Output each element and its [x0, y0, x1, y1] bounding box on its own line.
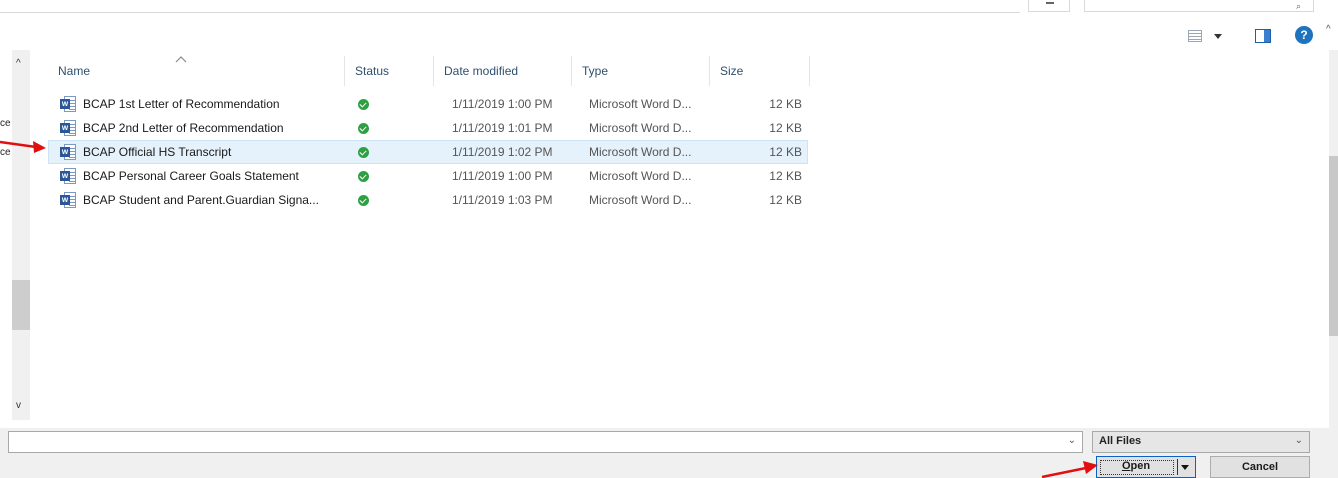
- refresh-button[interactable]: [1028, 0, 1070, 12]
- file-size: 12 KB: [769, 193, 802, 207]
- column-header-type[interactable]: Type: [572, 56, 710, 86]
- synced-check-icon: [358, 171, 369, 182]
- nav-item-fragment[interactable]: ce: [0, 118, 11, 129]
- word-document-icon: w: [60, 120, 76, 136]
- scroll-up-icon[interactable]: ^: [16, 58, 21, 69]
- synced-check-icon: [358, 123, 369, 134]
- preview-pane-icon[interactable]: [1255, 29, 1271, 43]
- file-type: Microsoft Word D...: [589, 145, 692, 159]
- address-bar-strip: ⌕: [0, 0, 1338, 14]
- file-date-modified: 1/11/2019 1:01 PM: [452, 121, 553, 135]
- file-type-select[interactable]: All Files ⌄: [1092, 431, 1310, 453]
- file-name-field[interactable]: ⌄: [8, 431, 1083, 453]
- chevron-down-icon[interactable]: ⌄: [1068, 435, 1076, 446]
- column-header-row: Name Status Date modified Type Size: [48, 56, 818, 86]
- file-date-modified: 1/11/2019 1:02 PM: [452, 145, 553, 159]
- word-document-icon: w: [60, 96, 76, 112]
- column-header-size[interactable]: Size: [710, 56, 810, 86]
- address-bar[interactable]: [0, 12, 1020, 13]
- file-name[interactable]: BCAP 1st Letter of Recommendation: [83, 92, 280, 116]
- file-name[interactable]: BCAP 2nd Letter of Recommendation: [83, 116, 284, 140]
- file-size: 12 KB: [769, 97, 802, 111]
- open-button[interactable]: Open: [1096, 456, 1196, 478]
- word-document-icon: w: [60, 168, 76, 184]
- change-view-button[interactable]: [1188, 30, 1228, 44]
- file-size: 12 KB: [769, 121, 802, 135]
- view-options-icon: [1188, 30, 1202, 42]
- file-row[interactable]: w BCAP Official HS Transcript 1/11/2019 …: [48, 140, 808, 164]
- scroll-down-icon[interactable]: v: [16, 400, 21, 411]
- file-row[interactable]: w BCAP 2nd Letter of Recommendation 1/11…: [48, 116, 808, 140]
- file-size: 12 KB: [769, 145, 802, 159]
- file-type-value: All Files: [1099, 435, 1142, 447]
- file-size: 12 KB: [769, 169, 802, 183]
- file-name[interactable]: BCAP Personal Career Goals Statement: [83, 164, 299, 188]
- right-scrollbar[interactable]: [1329, 50, 1338, 445]
- chevron-up-icon[interactable]: ^: [1326, 24, 1331, 35]
- open-accelerator: O: [1121, 460, 1131, 472]
- help-icon[interactable]: [1295, 26, 1313, 44]
- nav-pane-scrollbar[interactable]: ^ v: [12, 50, 30, 420]
- nav-scrollbar-thumb[interactable]: [12, 280, 30, 330]
- chevron-down-icon: ⌄: [1294, 435, 1303, 446]
- file-type: Microsoft Word D...: [589, 97, 692, 111]
- search-icon: ⌕: [1295, 1, 1301, 11]
- file-row[interactable]: w BCAP Personal Career Goals Statement 1…: [48, 164, 808, 188]
- scrollbar-thumb[interactable]: [1329, 156, 1338, 336]
- column-header-name[interactable]: Name: [48, 56, 345, 86]
- open-label-rest: pen: [1130, 460, 1151, 472]
- open-button-label: Open: [1097, 460, 1175, 472]
- file-date-modified: 1/11/2019 1:00 PM: [452, 97, 553, 111]
- file-date-modified: 1/11/2019 1:00 PM: [452, 169, 553, 183]
- chevron-down-icon: [1214, 34, 1222, 39]
- column-header-status[interactable]: Status: [345, 56, 434, 86]
- file-list: w BCAP 1st Letter of Recommendation 1/11…: [48, 92, 818, 212]
- annotation-arrow: [1041, 461, 1098, 478]
- annotation-arrow: [0, 140, 46, 153]
- word-document-icon: w: [60, 192, 76, 208]
- file-type: Microsoft Word D...: [589, 193, 692, 207]
- file-row[interactable]: w BCAP Student and Parent.Guardian Signa…: [48, 188, 808, 212]
- word-document-icon: w: [60, 144, 76, 160]
- synced-check-icon: [358, 99, 369, 110]
- file-type: Microsoft Word D...: [589, 121, 692, 135]
- refresh-icon: [1046, 2, 1054, 4]
- file-name[interactable]: BCAP Official HS Transcript: [83, 140, 231, 164]
- open-split-dropdown[interactable]: [1177, 459, 1191, 475]
- file-date-modified: 1/11/2019 1:03 PM: [452, 193, 553, 207]
- synced-check-icon: [358, 147, 369, 158]
- file-name[interactable]: BCAP Student and Parent.Guardian Signa..…: [83, 188, 319, 212]
- column-header-date-modified[interactable]: Date modified: [434, 56, 572, 86]
- search-box[interactable]: ⌕: [1084, 0, 1314, 12]
- file-name-input[interactable]: [9, 432, 1059, 452]
- cancel-button[interactable]: Cancel: [1210, 456, 1310, 478]
- file-row[interactable]: w BCAP 1st Letter of Recommendation 1/11…: [48, 92, 808, 116]
- file-type: Microsoft Word D...: [589, 169, 692, 183]
- synced-check-icon: [358, 195, 369, 206]
- sort-ascending-icon: [175, 56, 187, 63]
